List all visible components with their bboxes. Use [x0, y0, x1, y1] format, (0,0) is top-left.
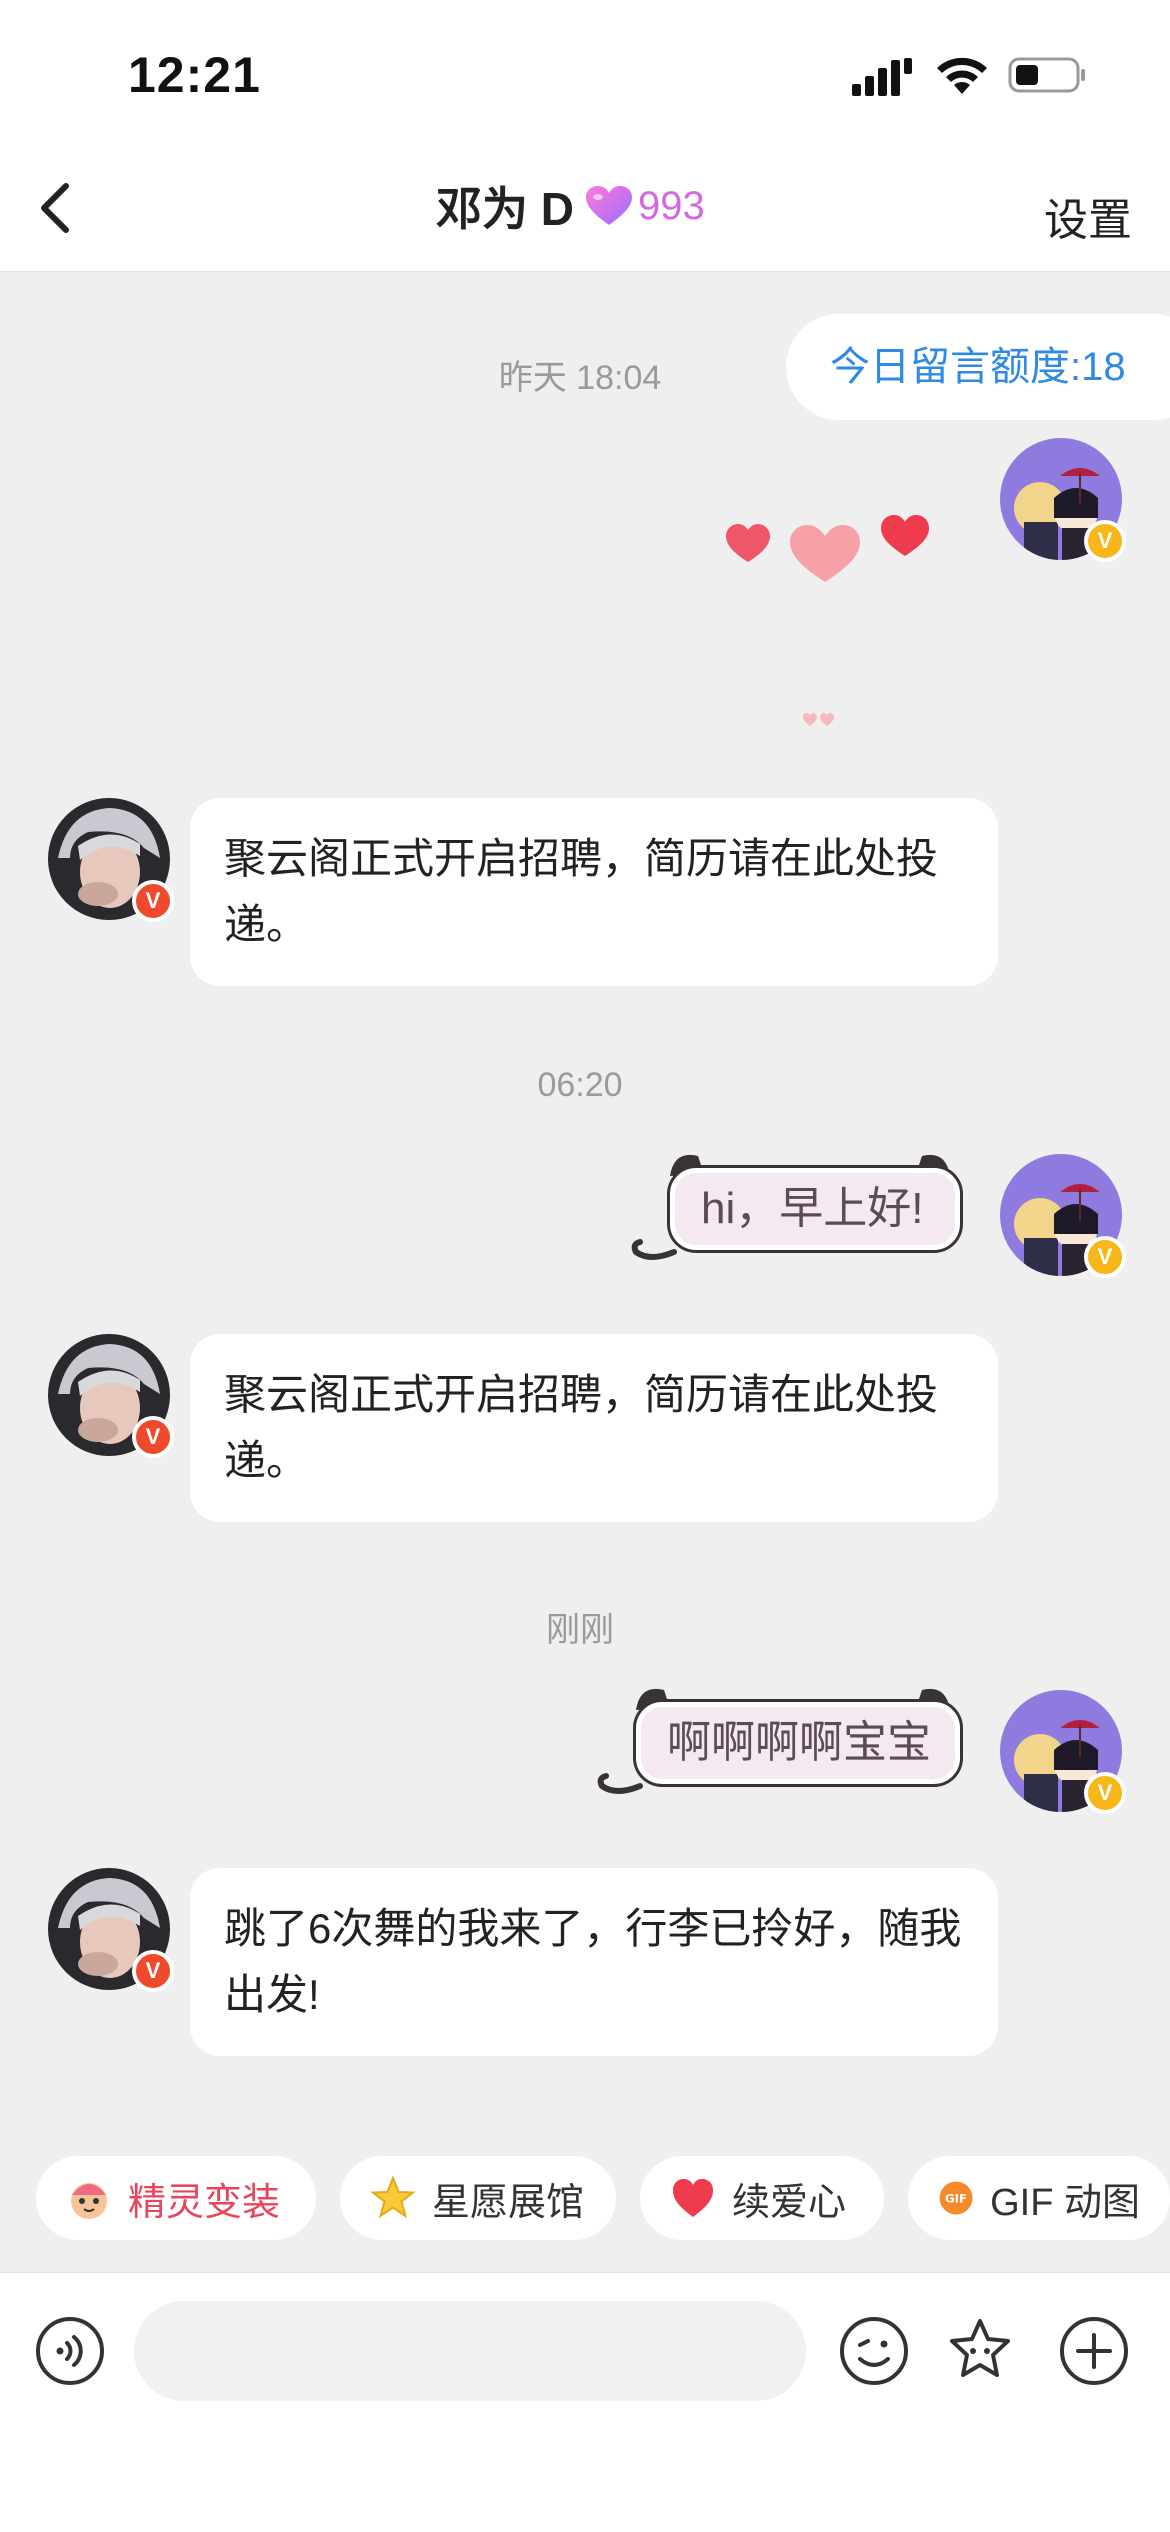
intimacy-heart-icon [586, 186, 632, 225]
verified-badge-icon: V [1084, 1236, 1126, 1278]
status-bar: 12:21 [0, 0, 1170, 140]
creator-badge-icon: V [132, 880, 174, 922]
message-bubble-outgoing[interactable]: 啊啊啊啊宝宝 [596, 1680, 970, 1806]
message-text: 啊啊啊啊宝宝 [636, 1702, 960, 1784]
chip-star-gallery[interactable]: 星愿展馆 [340, 2156, 616, 2240]
verified-badge-icon: V [1084, 1772, 1126, 1814]
contact-name: 邓为 D [436, 183, 574, 235]
star-wish-icon[interactable] [944, 2315, 1016, 2387]
settings-button[interactable]: 设置 [1044, 184, 1132, 248]
hearts-sticker [726, 515, 929, 582]
intimacy-score: 993 [638, 183, 705, 228]
floating-heart-icon [803, 713, 834, 726]
sprite-costume-icon [71, 2183, 107, 2219]
nav-bar: 邓为 D 993 设置 [0, 140, 1170, 272]
star-icon [370, 2175, 416, 2219]
chip-gif[interactable]: GIF GIF 动图 [908, 2156, 1170, 2240]
timestamp: 06:20 [537, 1066, 623, 1104]
emoji-icon[interactable] [838, 2315, 910, 2387]
chip-sprite-costume[interactable]: 精灵变装 [36, 2156, 316, 2240]
message-bubble-incoming[interactable]: 跳了6次舞的我来了，行李已拎好，随我出发! [190, 1868, 998, 2056]
contact-avatar[interactable]: V [48, 1868, 174, 1992]
creator-badge-icon: V [132, 1416, 174, 1458]
message-text: hi，早上好! [670, 1168, 960, 1250]
gif-icon: GIF [939, 2181, 973, 2215]
my-avatar[interactable]: V [1000, 1154, 1126, 1278]
message-bubble-outgoing[interactable]: hi，早上好! [630, 1146, 970, 1272]
chip-label: 星愿展馆 [432, 2181, 585, 2224]
add-icon[interactable] [1058, 2315, 1130, 2387]
message-quota-pill: 今日留言额度:18 [786, 314, 1170, 420]
svg-text:GIF: GIF [945, 2192, 967, 2206]
message-input[interactable] [134, 2301, 806, 2401]
chip-label: 精灵变装 [128, 2181, 281, 2224]
wifi-icon [937, 57, 987, 94]
message-bubble-incoming[interactable]: 聚云阁正式开启招聘，简历请在此处投递。 [190, 798, 998, 986]
cat-tail-icon [631, 1239, 677, 1260]
timestamp: 昨天 18:04 [498, 359, 662, 397]
chip-label: GIF 动图 [990, 2181, 1140, 2224]
voice-icon[interactable] [34, 2315, 106, 2387]
chip-label: 续爱心 [732, 2181, 847, 2224]
signal-icon [852, 58, 912, 96]
back-arrow-icon[interactable] [30, 176, 86, 240]
my-avatar[interactable]: V [1000, 438, 1126, 562]
message-bubble-incoming[interactable]: 聚云阁正式开启招聘，简历请在此处投递。 [190, 1334, 998, 1522]
contact-avatar[interactable]: V [48, 798, 174, 922]
quick-tools-bar: 精灵变装 星愿展馆 续爱心 GIF GIF 动图 [36, 2156, 1170, 2240]
heart-icon [673, 2179, 713, 2217]
chat-title: 邓为 D 993 [436, 176, 705, 236]
cat-tail-icon [597, 1773, 643, 1794]
battery-icon [1008, 57, 1085, 93]
clock: 12:21 [128, 47, 261, 103]
input-bar [0, 2272, 1170, 2532]
my-avatar[interactable]: V [1000, 1690, 1126, 1814]
verified-badge-icon: V [1084, 520, 1126, 562]
creator-badge-icon: V [132, 1950, 174, 1992]
timestamp: 刚刚 [546, 1611, 614, 1649]
contact-avatar[interactable]: V [48, 1334, 174, 1458]
chip-renew-love[interactable]: 续爱心 [640, 2156, 884, 2240]
